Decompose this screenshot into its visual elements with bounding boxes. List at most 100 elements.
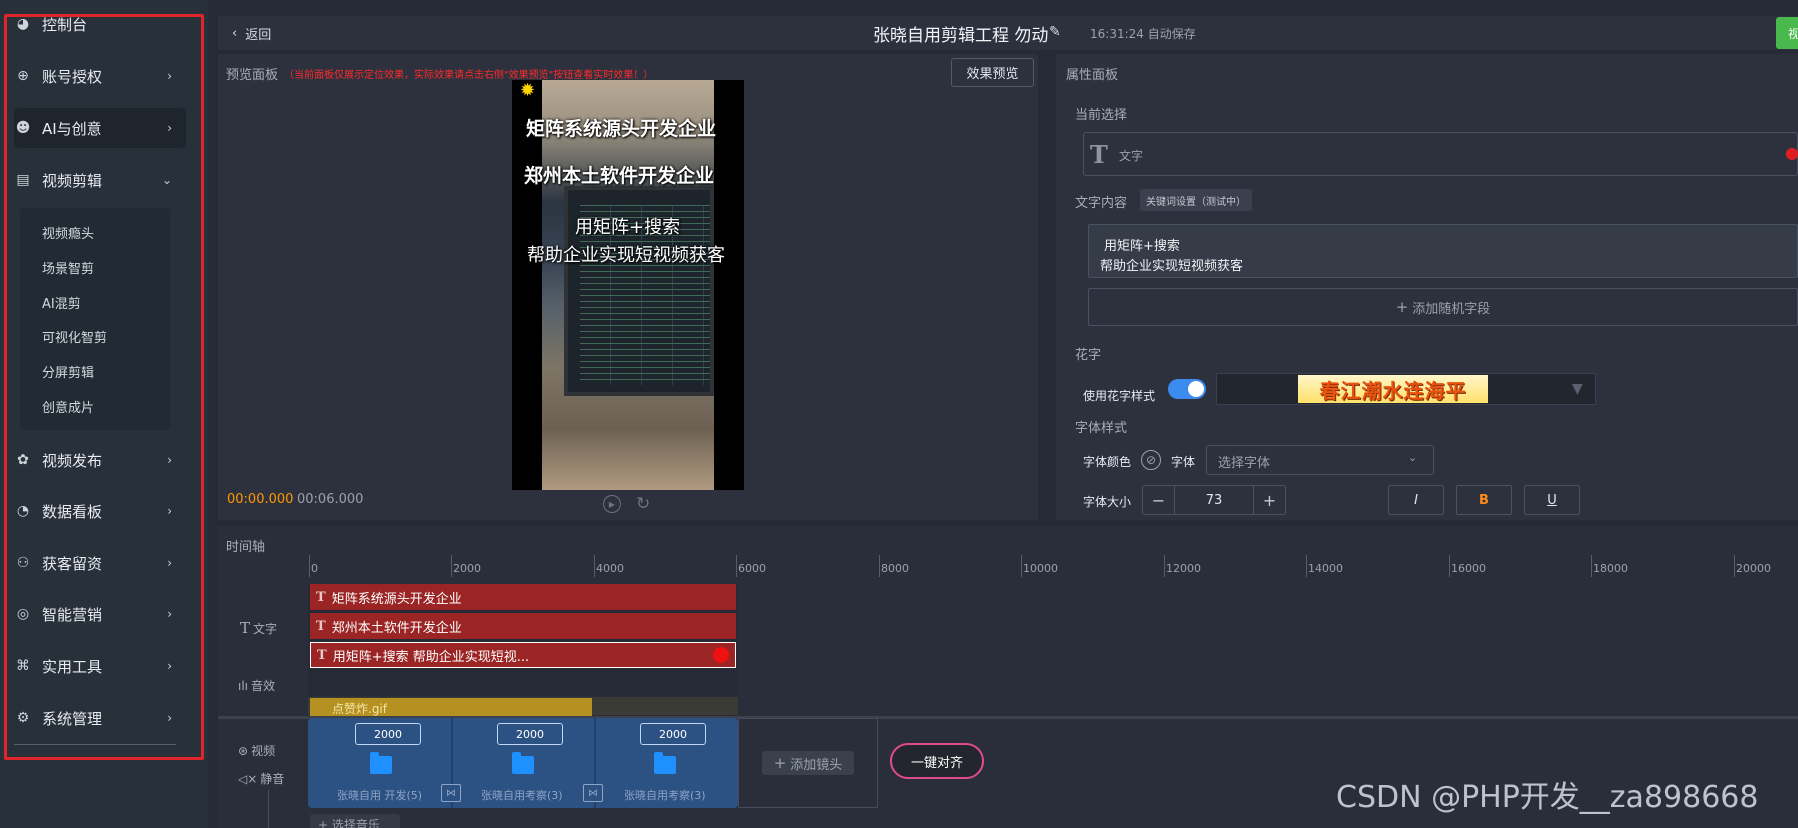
ruler-tick xyxy=(1164,555,1165,577)
clip-duration[interactable]: 2000 xyxy=(355,723,421,745)
text-clip[interactable]: T 矩阵系统源头开发企业 xyxy=(310,584,736,610)
project-title: 张晓自用剪辑工程 勿动 xyxy=(873,26,1049,46)
text-clip[interactable]: T 郑州本土软件开发企业 xyxy=(310,613,736,639)
ruler-label: 10000 xyxy=(1023,562,1058,575)
plus-icon: + xyxy=(318,818,332,828)
audio-track-label: ılı 音效 xyxy=(238,677,275,694)
replay-icon[interactable]: ↻ xyxy=(636,494,650,514)
audio-track xyxy=(308,672,738,696)
add-random-field-label: 添加随机字段 xyxy=(1412,301,1491,317)
ruler-tick xyxy=(451,555,452,577)
use-fancy-style-label: 使用花字样式 xyxy=(1083,389,1156,403)
current-selection-box[interactable] xyxy=(1083,132,1798,176)
fancy-text-section: 花字 xyxy=(1075,348,1102,363)
mute-label: 静音 xyxy=(260,772,285,786)
pencil-icon[interactable]: ✎ xyxy=(1049,24,1061,40)
effect-preview-button[interactable]: 效果预览 xyxy=(951,58,1034,87)
overlay-text-2[interactable]: 郑州本土软件开发企业 xyxy=(524,161,714,188)
font-style-section: 字体样式 xyxy=(1075,421,1128,436)
property-panel-title: 属性面板 xyxy=(1066,68,1119,83)
clip-duration[interactable]: 2000 xyxy=(640,723,706,745)
chevron-left-icon: ‹ xyxy=(232,26,238,41)
watermark: CSDN @PHP开发__za898668 xyxy=(1336,780,1759,815)
font-size-input[interactable]: 73 xyxy=(1176,486,1252,514)
text-type-icon: T xyxy=(1090,140,1108,169)
timeline-title: 时间轴 xyxy=(226,540,266,555)
autosave-status: 16:31:24 自动保存 xyxy=(1090,27,1196,41)
ruler-tick xyxy=(736,555,737,577)
select-music-button[interactable]: + 选择音乐 xyxy=(310,814,400,828)
text-content-line-2: 帮助企业实现短视频获客 xyxy=(1100,259,1244,274)
font-color-label: 字体颜色 xyxy=(1083,455,1132,469)
ruler-tick xyxy=(1734,555,1735,577)
ruler-label: 18000 xyxy=(1593,562,1628,575)
video-clip-name: 张晓自用考察(3) xyxy=(481,789,563,802)
text-content-line-1: 用矩阵+搜索 xyxy=(1104,239,1180,254)
clip-duration[interactable]: 2000 xyxy=(497,723,563,745)
ruler-tick xyxy=(879,555,880,577)
video-track-label: ⊛ 视频 xyxy=(238,742,275,759)
mute-toggle[interactable]: ◁× 静音 xyxy=(238,770,284,787)
play-icon[interactable]: ▶ xyxy=(603,495,621,513)
track-label-text: 文字 xyxy=(253,621,278,636)
chevron-down-icon: ⌄ xyxy=(1408,451,1418,464)
remove-selection-icon[interactable] xyxy=(1786,148,1798,160)
video-track-icon: ⊛ xyxy=(238,743,249,758)
folder-icon[interactable] xyxy=(654,752,676,774)
font-family-select[interactable]: 选择字体 xyxy=(1206,445,1434,475)
folder-icon[interactable] xyxy=(370,752,392,774)
ruler-label: 0 xyxy=(311,562,318,575)
text-clip-selected[interactable]: T 用矩阵+搜索 帮助企业实现短视... xyxy=(310,642,736,668)
preview-warning: （当前面板仅展示定位效果，实际效果请点击右侧"效果预览"按钮查看实时效果！） xyxy=(284,70,654,81)
text-clip-icon: T xyxy=(316,589,326,605)
toggle-knob xyxy=(1188,381,1204,397)
selection-type: 文字 xyxy=(1119,149,1144,163)
font-label: 字体 xyxy=(1171,455,1196,469)
dropdown-arrow-icon[interactable]: ▼ xyxy=(1572,381,1583,397)
track-label-text: 音效 xyxy=(251,679,276,693)
increase-size-button[interactable]: + xyxy=(1253,486,1285,514)
overlay-text-3[interactable]: 用矩阵+搜索 xyxy=(575,213,680,239)
track-guide-line xyxy=(268,790,269,828)
ruler-label: 16000 xyxy=(1451,562,1486,575)
ruler-label: 6000 xyxy=(738,562,766,575)
text-clip-label: 郑州本土软件开发企业 xyxy=(331,620,462,636)
add-shot-button[interactable]: + 添加镜头 xyxy=(762,751,854,775)
ruler-tick xyxy=(1021,555,1022,577)
text-clip-label: 用矩阵+搜索 帮助企业实现短视... xyxy=(332,649,530,665)
gif-clip[interactable]: 点赞炸.gif xyxy=(310,698,592,716)
add-shot-label: 添加镜头 xyxy=(790,757,843,773)
transition-icon[interactable]: ⋈ xyxy=(583,784,603,802)
select-music-label: 选择音乐 xyxy=(331,818,380,828)
current-time: 00:00.000 xyxy=(227,492,294,507)
plus-icon: + xyxy=(1395,298,1409,316)
overlay-text-4[interactable]: 帮助企业实现短视频获客 xyxy=(527,241,725,267)
back-button[interactable]: ‹ 返回 xyxy=(232,24,271,43)
overlay-text-1[interactable]: 矩阵系统源头开发企业 xyxy=(526,114,716,141)
text-clip-icon: T xyxy=(316,618,326,634)
transition-icon[interactable]: ⋈ xyxy=(441,784,461,802)
ruler-label: 8000 xyxy=(881,562,909,575)
auto-align-button[interactable]: 一键对齐 xyxy=(890,743,984,779)
ruler-tick xyxy=(1591,555,1592,577)
sticker-icon[interactable]: ✹ xyxy=(520,80,544,104)
italic-button[interactable]: I xyxy=(1388,485,1444,515)
remove-clip-icon[interactable] xyxy=(713,647,729,663)
bold-button[interactable]: B xyxy=(1456,485,1512,515)
ruler-label: 4000 xyxy=(596,562,624,575)
decrease-size-button[interactable]: − xyxy=(1143,486,1175,514)
video-clip-name: 张晓自用 开发(5) xyxy=(337,789,423,802)
underline-button[interactable]: U xyxy=(1524,485,1580,515)
no-color-icon[interactable]: ⊘ xyxy=(1141,450,1161,470)
plus-icon: + xyxy=(773,754,787,772)
text-track-label: T 文字 xyxy=(240,619,277,637)
primary-action-button[interactable]: 视 xyxy=(1776,17,1798,49)
folder-icon[interactable] xyxy=(512,752,534,774)
add-random-field-button[interactable]: + 添加随机字段 xyxy=(1088,288,1798,326)
keyword-settings-button[interactable]: 关键词设置（测试中） xyxy=(1140,189,1252,211)
back-label: 返回 xyxy=(245,28,272,43)
text-clip-icon: T xyxy=(317,647,327,663)
ruler-tick xyxy=(309,555,310,577)
font-size-label: 字体大小 xyxy=(1083,495,1132,509)
total-time: 00:06.000 xyxy=(297,492,364,507)
